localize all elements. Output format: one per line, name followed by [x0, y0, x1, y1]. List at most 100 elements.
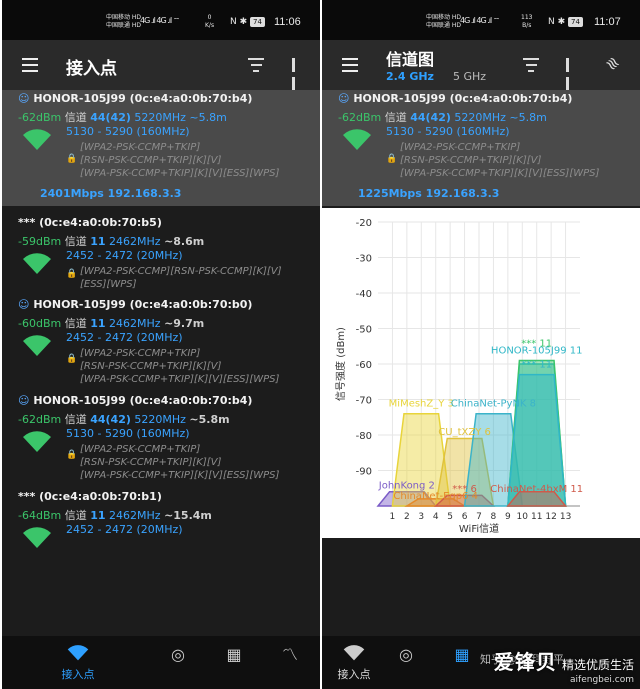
wifi-card[interactable]: *** (0c:e4:a0:0b:70:b5) -59dBm 信道 11 246… [2, 214, 320, 294]
nav-channel-rating[interactable]: ◎ [386, 644, 426, 684]
filter-icon[interactable] [523, 58, 539, 72]
menu-icon[interactable] [22, 58, 38, 72]
pause-icon[interactable] [292, 57, 304, 91]
nfc-bluetooth-icon: N ✱ [230, 17, 248, 27]
nav-label: 接入点 [337, 668, 371, 681]
battery-icon: 74 [568, 17, 583, 27]
wifi-strength-icon [343, 129, 371, 150]
carrier-1: 中国移动 HD [426, 14, 462, 21]
net-speed-unit: B/s [522, 22, 532, 29]
wifi-strength-icon [23, 253, 51, 274]
security-info: [WPA2-PSK-CCMP+TKIP] [RSN-PSK-CCMP+TKIP]… [80, 141, 279, 180]
carrier-2: 中国联通 HD [106, 22, 142, 29]
smile-icon: ☺ [338, 92, 350, 105]
security-line: [RSN-PSK-CCMP+TKIP][K][V] [80, 457, 222, 468]
signal-dbm: -62dBm [18, 413, 62, 426]
channel-value: 44(42) [90, 111, 131, 124]
bar-chart-icon: ▦ [226, 645, 242, 664]
wifi-card[interactable]: ☺ HONOR-105J99 (0c:e4:a0:0b:70:b0) -60dB… [2, 296, 320, 392]
wifi-strength-icon [23, 431, 51, 452]
pause-icon[interactable] [566, 57, 578, 91]
series-label: CU_tXZY 6 [438, 427, 491, 438]
security-line: [RSN-PSK-CCMP+TKIP][K][V] [400, 155, 542, 166]
smile-icon: ☺ [18, 298, 30, 311]
network-name-text: HONOR-105J99 (0c:e4:a0:0b:70:b4) [353, 92, 573, 105]
y-tick-label: -70 [356, 396, 372, 407]
page-title: 信道图 [386, 50, 435, 69]
signal-dbm: -60dBm [18, 317, 62, 330]
wifi-card[interactable]: *** (0c:e4:a0:0b:70:b1) -64dBm 信道 11 246… [2, 488, 320, 548]
smile-icon: ☺ [18, 92, 30, 105]
network-name: ☺ HONOR-105J99 (0c:e4:a0:0b:70:b4) [18, 92, 252, 105]
security-line: [RSN-PSK-CCMP+TKIP][K][V] [80, 361, 222, 372]
network-name-text: HONOR-105J99 (0c:e4:a0:0b:70:b0) [33, 298, 253, 311]
series-label: MiMeshZ_Y 3 [389, 399, 454, 410]
distance: ~5.8m [509, 111, 547, 124]
screen-access-points: 中国移动 HD 中国联通 HD 4G .ıl 4G .ıl ⌔ 0 K/s N … [2, 0, 320, 689]
screen-channel-graph: 中国移动 HD 中国联通 HD 4G .ıl 4G .ıl ⌔ 113 B/s … [322, 0, 640, 689]
security-line: [ESS][WPS] [80, 279, 137, 290]
frequency-range: 2452 - 2472 (20MHz) [66, 249, 183, 262]
wifi-strength-icon [23, 527, 51, 548]
carrier-info: 中国移动 HD 中国联通 HD [106, 14, 141, 30]
channel-label: 信道 [64, 235, 87, 248]
wifi-card-connected[interactable]: ☺ HONOR-105J99 (0c:e4:a0:0b:70:b4) -62dB… [322, 90, 640, 206]
frequency-range: 2452 - 2472 (20MHz) [66, 331, 183, 344]
y-tick-label: -40 [356, 289, 372, 300]
x-tick-label: 5 [447, 512, 453, 522]
nav-channel-graph[interactable]: ▦ [442, 644, 482, 684]
radar-icon: ◎ [399, 645, 413, 664]
security-info: [WPA2-PSK-CCMP][RSN-PSK-CCMP][K][V] [ESS… [80, 265, 282, 291]
channel-graph: -20 -30 -40 -50 -60 -70 -80 -90 1 2 3 4 5 6 7 8 9 10 11 12 1… [322, 208, 640, 538]
nav-time-graph[interactable]: 〽 [270, 644, 310, 684]
x-tick-label: 7 [476, 512, 482, 522]
security-line: [RSN-PSK-CCMP+TKIP][K][V] [80, 155, 222, 166]
nav-channel-rating[interactable]: ◎ [158, 644, 198, 684]
series-label: ChinaNet-4bxM 11 [490, 484, 583, 495]
page-title: 接入点 [66, 59, 117, 79]
signal-icon: 4G .ıl 4G .ıl ⌔ [140, 16, 180, 25]
tab-5ghz[interactable]: 5 GHz [453, 70, 486, 83]
watermark-site: aifengbei.com [570, 675, 634, 685]
channel-label: 信道 [64, 509, 87, 522]
network-name-text: HONOR-105J99 (0c:e4:a0:0b:70:b4) [33, 394, 253, 407]
watermark-logo: 爱锋贝 精选优质生活 [494, 646, 634, 675]
bottom-nav: 接入点 ◎ ▦ 〽 [2, 636, 320, 689]
frequency-range: 5130 - 5290 (160MHz) [66, 427, 190, 440]
series-label: JohnKong 2 [378, 480, 435, 491]
tab-2-4ghz[interactable]: 2.4 GHz [386, 70, 434, 83]
frequency: 5220MHz [134, 111, 186, 124]
line-graph-icon: 〽 [281, 645, 298, 664]
frequency: 5220MHz [134, 413, 186, 426]
wifi-icon [54, 644, 102, 666]
nav-access-points[interactable]: 接入点 [330, 644, 378, 684]
status-bar: 中国移动 HD 中国联通 HD 4G .ıl 4G .ıl ⌔ 113 B/s … [322, 0, 640, 40]
y-axis-label: 信号强度 (dBm) [334, 327, 347, 401]
wifi-card-selected[interactable]: ☺ HONOR-105J99 (0c:e4:a0:0b:70:b4) -62dB… [2, 90, 320, 206]
wifi-card[interactable]: ☺ HONOR-105J99 (0c:e4:a0:0b:70:b4) -62dB… [2, 392, 320, 488]
filter-icon[interactable] [248, 58, 264, 72]
wifi-icon [330, 644, 378, 666]
lock-icon: 🔒 [66, 450, 78, 460]
series-label: *** 11 [521, 360, 552, 371]
frequency: 2462MHz [109, 509, 161, 522]
net-speed-unit: K/s [205, 22, 215, 29]
frequency-range: 5130 - 5290 (160MHz) [66, 125, 190, 138]
wifi-strength-icon [23, 129, 51, 150]
watermark-slogan: 精选优质生活 [561, 658, 634, 672]
x-tick-label: 4 [433, 512, 439, 522]
network-name: ☺ HONOR-105J99 (0c:e4:a0:0b:70:b4) [18, 394, 252, 407]
signal-dbm: -62dBm [338, 111, 382, 124]
nav-channel-graph[interactable]: ▦ [214, 644, 254, 684]
series-label: *** 11 [521, 338, 552, 349]
signal-icon: 4G .ıl 4G .ıl ⌔ [460, 16, 500, 25]
x-tick-label: 3 [418, 512, 424, 522]
wifi-scan-icon[interactable]: ≋ [601, 52, 624, 75]
channel-chart-svg: -20-30-40-50-60-70-80-901 2 3 4 5 6 7 8 9 10 11 12 1… [334, 218, 583, 535]
x-tick-label: 10 [517, 512, 529, 522]
status-bar: 中国移动 HD 中国联通 HD 4G .ıl 4G .ıl ⌔ 0 K/s N … [2, 0, 320, 40]
menu-icon[interactable] [342, 58, 358, 72]
nav-access-points[interactable]: 接入点 [54, 644, 102, 684]
net-speed-value: 113 [521, 14, 533, 21]
status-icons: N ✱ 74 [548, 17, 583, 27]
